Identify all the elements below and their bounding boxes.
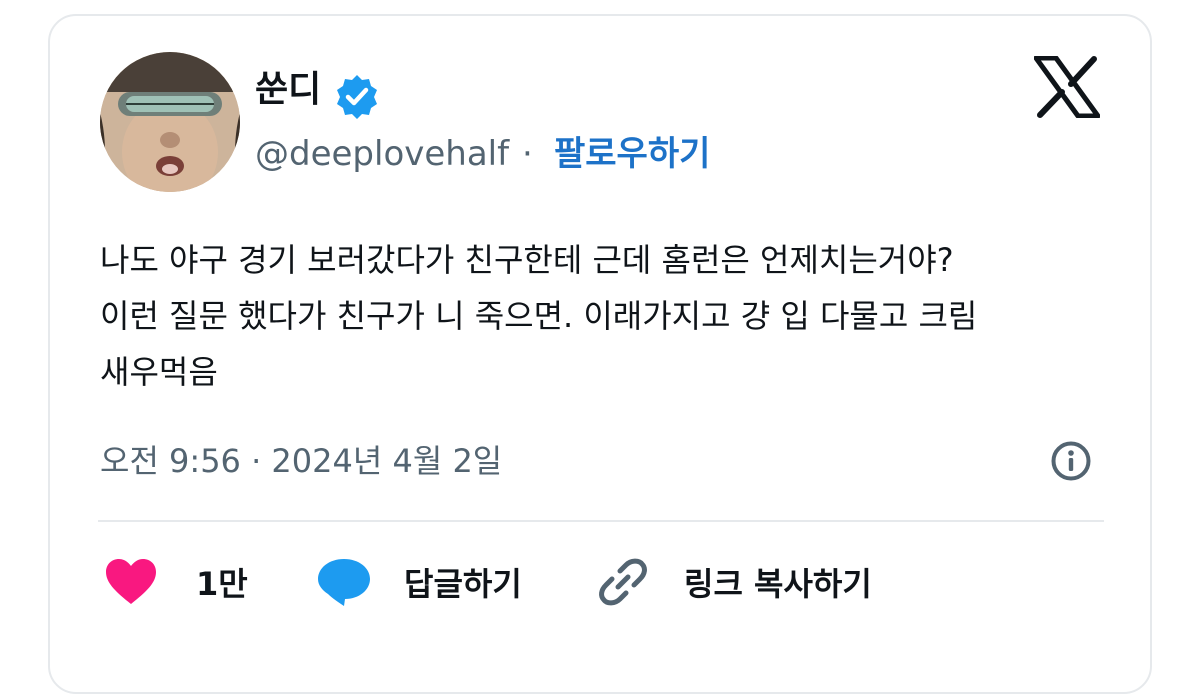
like-count: 1만 (196, 565, 248, 603)
x-logo-icon[interactable] (1034, 56, 1100, 118)
heart-icon (106, 559, 156, 604)
divider (98, 520, 1104, 522)
separator-dot: · (522, 134, 533, 174)
avatar-image (100, 52, 240, 192)
verified-badge-icon (337, 75, 377, 119)
copy-link-label: 링크 복사하기 (684, 565, 872, 603)
reply-button[interactable]: 답글하기 (316, 556, 522, 608)
tweet-text: 나도 야구 경기 보러갔다가 친구한테 근데 홈런은 언제치는거야? 이런 질문… (100, 241, 978, 391)
reply-label: 답글하기 (404, 565, 522, 603)
avatar[interactable] (100, 52, 240, 192)
copy-link-button[interactable]: 링크 복사하기 (596, 556, 872, 608)
author-handle[interactable]: @deeplovehalf (255, 132, 509, 176)
follow-link[interactable]: 팔로우하기 (554, 132, 710, 176)
author-name[interactable]: 쑨디 (255, 68, 321, 112)
link-icon (599, 558, 647, 606)
info-icon[interactable] (1050, 440, 1092, 482)
tweet-timestamp[interactable]: 오전 9:56 · 2024년 4월 2일 (100, 438, 502, 484)
tweet-card: 쑨디 @deeplovehalf · 팔로우하기 나도 야구 경기 보러갔다가 … (48, 14, 1152, 694)
speech-bubble-icon (318, 559, 370, 606)
like-button[interactable]: 1만 (104, 556, 248, 608)
